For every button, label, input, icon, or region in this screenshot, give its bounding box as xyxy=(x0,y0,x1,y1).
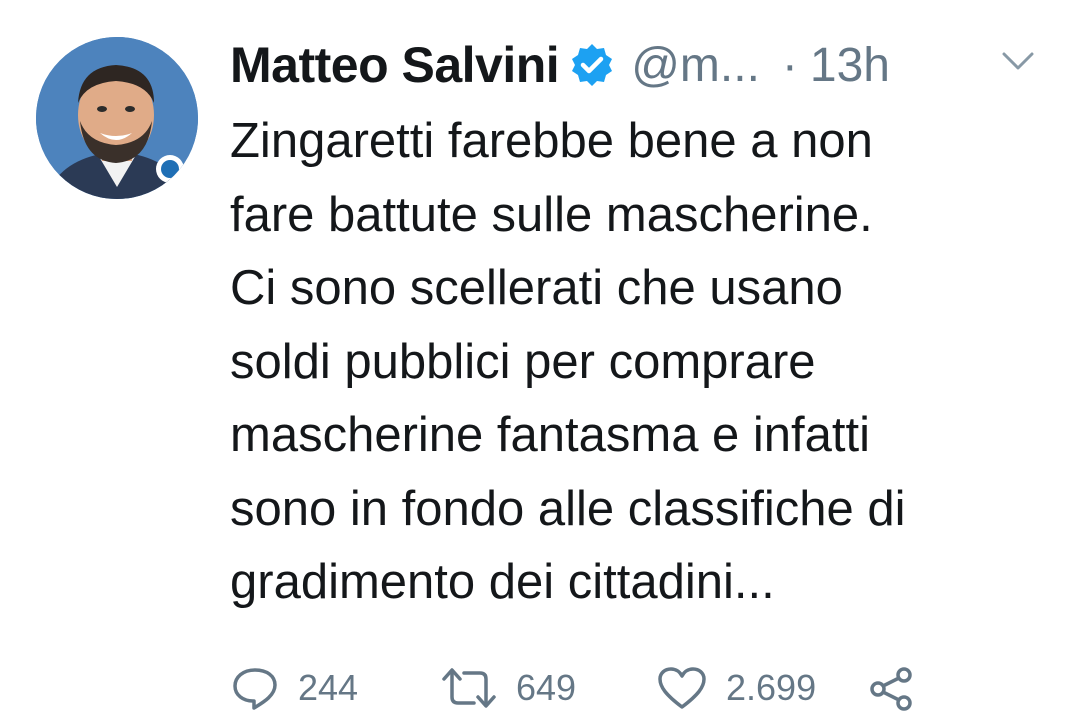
tweet-text: Zingaretti farebbe bene a non fare battu… xyxy=(230,105,1050,620)
tweet-text-line: fare battute sulle mascherine. xyxy=(230,187,873,242)
reply-button[interactable]: 244 xyxy=(230,660,358,716)
retweet-icon xyxy=(440,665,498,711)
author-name[interactable]: Matteo Salvini xyxy=(230,36,560,94)
retweet-count: 649 xyxy=(516,667,577,708)
share-button[interactable] xyxy=(866,660,916,716)
tweet-text-line: soldi pubblici per comprare xyxy=(230,334,816,389)
tweet-text-line: sono in fondo alle classifiche di xyxy=(230,481,906,536)
separator-dot: · xyxy=(781,38,798,92)
author-handle[interactable]: @m... xyxy=(631,38,760,93)
tweet-actions: 244 649 2.699 xyxy=(230,660,1030,716)
chevron-down-icon[interactable] xyxy=(1000,48,1036,74)
profile-photo-icon xyxy=(36,37,198,199)
tweet-text-line: Zingaretti farebbe bene a non xyxy=(230,114,873,168)
tweet[interactable]: Matteo Salvini @m... · 13h Zingaretti fa… xyxy=(0,0,1080,726)
heart-icon xyxy=(656,665,708,711)
verified-badge-icon xyxy=(569,42,615,88)
tweet-header: Matteo Salvini @m... · 13h xyxy=(230,30,1050,100)
timestamp[interactable]: 13h xyxy=(810,38,890,93)
avatar[interactable] xyxy=(36,37,198,199)
like-button[interactable]: 2.699 xyxy=(656,660,816,716)
tweet-text-line: mascherine fantasma e infatti xyxy=(230,408,871,462)
like-count: 2.699 xyxy=(726,667,817,708)
share-icon xyxy=(866,665,916,711)
tweet-text-line: gradimento dei cittadini... xyxy=(230,555,775,609)
reply-count: 244 xyxy=(298,667,359,708)
retweet-button[interactable]: 649 xyxy=(440,660,576,716)
tweet-text-line: Ci sono scellerati che usano xyxy=(230,261,843,315)
reply-icon xyxy=(230,665,280,711)
